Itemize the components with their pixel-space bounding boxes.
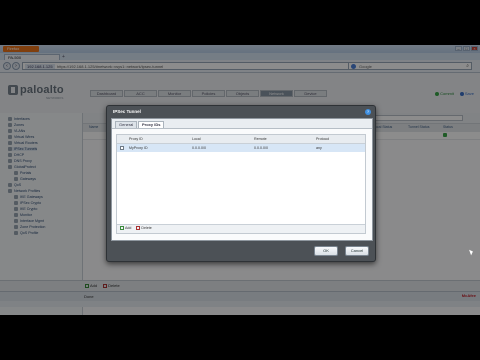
delete-proxy-button[interactable]: Delete <box>136 226 152 230</box>
cell-protocol: any <box>316 146 322 150</box>
cancel-button[interactable]: Cancel <box>345 246 369 256</box>
ipsec-tunnel-dialog: IPSec Tunnel ? General Proxy IDs Proxy I… <box>106 105 474 262</box>
cell-local: 0.0.0.0/0 <box>192 146 206 150</box>
add-proxy-button[interactable]: Add <box>120 226 131 230</box>
add-icon <box>120 226 124 230</box>
column-header[interactable]: Protocol <box>316 137 329 141</box>
dialog-tabs: General Proxy IDs <box>112 119 372 129</box>
cell-proxy-id: MyProxy ID <box>129 146 148 150</box>
cell-remote: 0.0.0.0/0 <box>254 146 268 150</box>
column-header[interactable]: Remote <box>254 137 267 141</box>
proxy-table-footer: Add Delete <box>117 224 365 233</box>
delete-label: Delete <box>141 226 152 230</box>
table-row[interactable]: MyProxy ID 0.0.0.0/0 0.0.0.0/0 any <box>117 144 365 152</box>
column-header[interactable]: Local <box>192 137 201 141</box>
row-checkbox[interactable] <box>120 146 124 150</box>
ok-button[interactable]: OK <box>314 246 338 256</box>
delete-icon <box>136 226 141 230</box>
proxy-id-table: Proxy ID Local Remote Protocol MyProxy I… <box>116 134 366 234</box>
tab-proxy-ids[interactable]: Proxy IDs <box>138 121 165 128</box>
add-label: Add <box>125 226 132 230</box>
column-header[interactable]: Proxy ID <box>129 137 143 141</box>
help-icon[interactable]: ? <box>365 109 371 115</box>
proxy-table-actions: Add Delete <box>120 226 152 230</box>
proxy-table-header: Proxy ID Local Remote Protocol <box>117 135 365 144</box>
dialog-body: General Proxy IDs Proxy ID Local Remote … <box>111 118 373 241</box>
dialog-title: IPSec Tunnel <box>113 109 141 114</box>
tab-general[interactable]: General <box>115 121 138 128</box>
browser-window: Firefox – □ × PA-500 + ‹ › 192.168.1.125… <box>0 45 480 315</box>
